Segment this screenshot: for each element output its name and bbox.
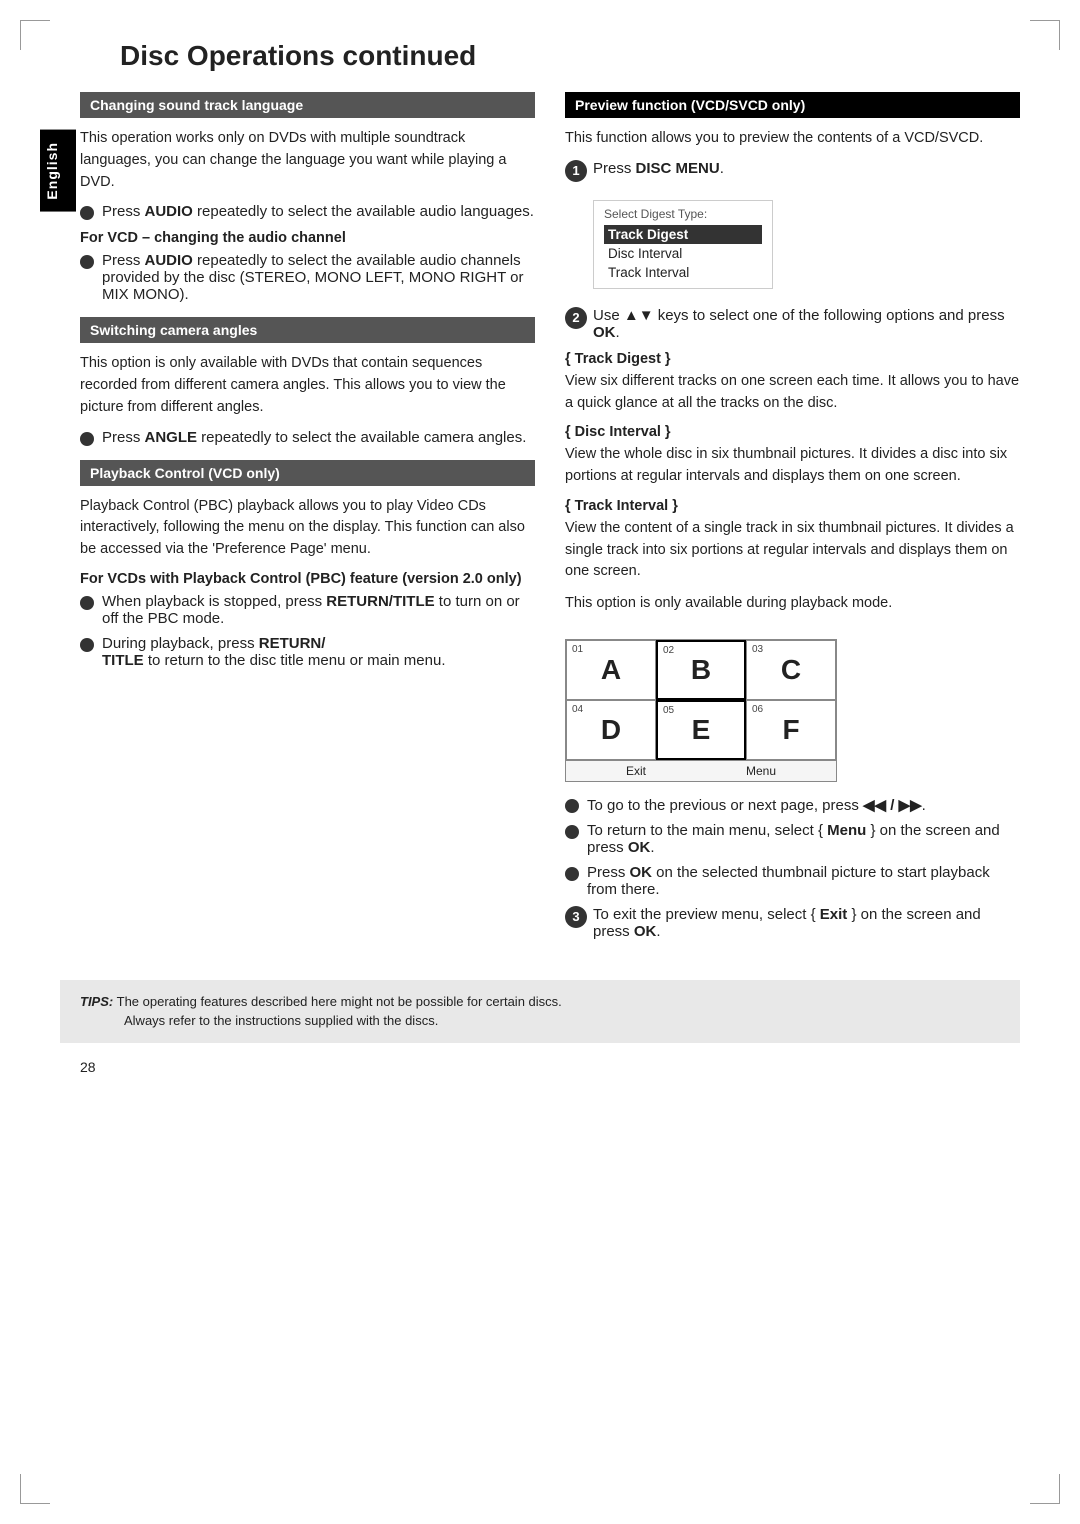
- grid-label-b: B: [691, 654, 711, 686]
- subsection-vcd-audio: For VCD – changing the audio channel: [80, 230, 535, 246]
- preview-intro: This function allows you to preview the …: [565, 128, 1020, 150]
- grid-footer-exit: Exit: [626, 764, 646, 778]
- bullet-audio-1: Press AUDIO repeatedly to select the ava…: [80, 203, 535, 220]
- track-digest-desc: View six different tracks on one screen …: [565, 371, 1020, 415]
- bullet-main-menu-text: To return to the main menu, select { Men…: [587, 822, 1020, 856]
- step-number-3: 3: [565, 906, 587, 928]
- bullet-pbc-2: During playback, press RETURN/TITLE to r…: [80, 635, 535, 669]
- grid-num-01: 01: [572, 644, 583, 655]
- bullet-main-menu: To return to the main menu, select { Men…: [565, 822, 1020, 856]
- bullet-audio-1-text: Press AUDIO repeatedly to select the ava…: [102, 203, 534, 220]
- bullet-dot-nav3: [565, 867, 579, 881]
- step-1-row: 1 Press DISC MENU.: [565, 160, 1020, 182]
- disc-menu-box: Select Digest Type: Track Digest Disc In…: [593, 200, 773, 289]
- language-tab: English: [40, 130, 76, 212]
- grid-num-03: 03: [752, 644, 763, 655]
- menu-item-track-interval: Track Interval: [604, 263, 762, 282]
- left-column: Changing sound track language This opera…: [80, 92, 535, 950]
- grid-cell-c: 03 C: [746, 640, 836, 700]
- bullet-dot-angle: [80, 432, 94, 446]
- page-title-suffix: continued: [335, 40, 477, 71]
- grid-top-row: 01 A 02 B 03 C: [566, 640, 836, 700]
- step-2-row: 2 Use ▲▼ keys to select one of the follo…: [565, 307, 1020, 341]
- section-header-pbc: Playback Control (VCD only): [80, 460, 535, 486]
- disc-interval-header: { Disc Interval }: [565, 424, 1020, 440]
- step-2-content: Use ▲▼ keys to select one of the followi…: [593, 307, 1020, 341]
- grid-label-a: A: [601, 654, 621, 686]
- grid-cell-d: 04 D: [566, 700, 656, 760]
- bullet-angle: Press ANGLE repeatedly to select the ava…: [80, 429, 535, 446]
- section-header-preview: Preview function (VCD/SVCD only): [565, 92, 1020, 118]
- bullet-pbc-2-text: During playback, press RETURN/TITLE to r…: [102, 635, 445, 669]
- grid-num-04: 04: [572, 704, 583, 715]
- tips-box: TIPS: The operating features described h…: [60, 980, 1020, 1043]
- grid-cell-f: 06 F: [746, 700, 836, 760]
- step-number-1: 1: [565, 160, 587, 182]
- track-interval-desc2: This option is only available during pla…: [565, 593, 1020, 615]
- bullet-pbc-1-text: When playback is stopped, press RETURN/T…: [102, 593, 535, 627]
- bullet-dot: [80, 206, 94, 220]
- section2-intro: This option is only available with DVDs …: [80, 353, 535, 418]
- section-header-camera: Switching camera angles: [80, 317, 535, 343]
- bullet-pbc-1: When playback is stopped, press RETURN/T…: [80, 593, 535, 627]
- grid-cell-a: 01 A: [566, 640, 656, 700]
- grid-num-02: 02: [663, 645, 674, 656]
- grid-display-wrapper: 01 A 02 B 03 C 0: [565, 625, 1020, 796]
- bullet-dot-2: [80, 255, 94, 269]
- grid-label-f: F: [782, 714, 799, 746]
- tips-line1: The operating features described here mi…: [117, 994, 562, 1009]
- grid-num-05: 05: [663, 705, 674, 716]
- page-title-main: Disc Operations: [120, 40, 335, 71]
- grid-num-06: 06: [752, 704, 763, 715]
- step-1-content: Press DISC MENU.: [593, 160, 1020, 177]
- step-3-row: 3 To exit the preview menu, select { Exi…: [565, 906, 1020, 940]
- bullet-ok-thumbnail: Press OK on the selected thumbnail pictu…: [565, 864, 1020, 898]
- tips-label: TIPS:: [80, 994, 113, 1009]
- bullet-angle-text: Press ANGLE repeatedly to select the ava…: [102, 429, 526, 446]
- bullet-nav-prev-next-text: To go to the previous or next page, pres…: [587, 796, 926, 814]
- menu-item-track-digest: Track Digest: [604, 225, 762, 244]
- bullet-ok-thumbnail-text: Press OK on the selected thumbnail pictu…: [587, 864, 1020, 898]
- grid-label-e: E: [692, 714, 711, 746]
- grid-cell-b: 02 B: [656, 640, 746, 700]
- section-header-sound-track: Changing sound track language: [80, 92, 535, 118]
- content-area: Changing sound track language This opera…: [60, 92, 1020, 950]
- grid-cell-e: 05 E: [656, 700, 746, 760]
- bullet-dot-pbc2: [80, 638, 94, 652]
- page-title: Disc Operations continued: [60, 40, 1020, 72]
- right-column: Preview function (VCD/SVCD only) This fu…: [565, 92, 1020, 950]
- track-interval-header: { Track Interval }: [565, 498, 1020, 514]
- grid-display: 01 A 02 B 03 C 0: [565, 639, 837, 782]
- bullet-dot-pbc1: [80, 596, 94, 610]
- grid-label-d: D: [601, 714, 621, 746]
- menu-item-disc-interval: Disc Interval: [604, 244, 762, 263]
- step-3-content: To exit the preview menu, select { Exit …: [593, 906, 1020, 940]
- section1-intro: This operation works only on DVDs with m…: [80, 128, 535, 193]
- grid-bottom-row: 04 D 05 E 06 F: [566, 700, 836, 760]
- page-number: 28: [60, 1059, 1020, 1075]
- subsection-pbc-feature: For VCDs with Playback Control (PBC) fea…: [80, 571, 535, 587]
- tips-line2: Always refer to the instructions supplie…: [80, 1013, 438, 1028]
- grid-label-c: C: [781, 654, 801, 686]
- disc-menu-label: Select Digest Type:: [604, 207, 762, 221]
- section3-intro: Playback Control (PBC) playback allows y…: [80, 496, 535, 561]
- grid-footer: Exit Menu: [566, 760, 836, 781]
- step-number-2: 2: [565, 307, 587, 329]
- bullet-dot-nav2: [565, 825, 579, 839]
- bullet-nav-prev-next: To go to the previous or next page, pres…: [565, 796, 1020, 814]
- bullet-dot-nav1: [565, 799, 579, 813]
- grid-footer-menu: Menu: [746, 764, 776, 778]
- track-interval-desc1: View the content of a single track in si…: [565, 518, 1020, 583]
- bullet-audio-2-text: Press AUDIO repeatedly to select the ava…: [102, 252, 535, 303]
- bullet-audio-2: Press AUDIO repeatedly to select the ava…: [80, 252, 535, 303]
- track-digest-header: { Track Digest }: [565, 351, 1020, 367]
- disc-interval-desc: View the whole disc in six thumbnail pic…: [565, 444, 1020, 488]
